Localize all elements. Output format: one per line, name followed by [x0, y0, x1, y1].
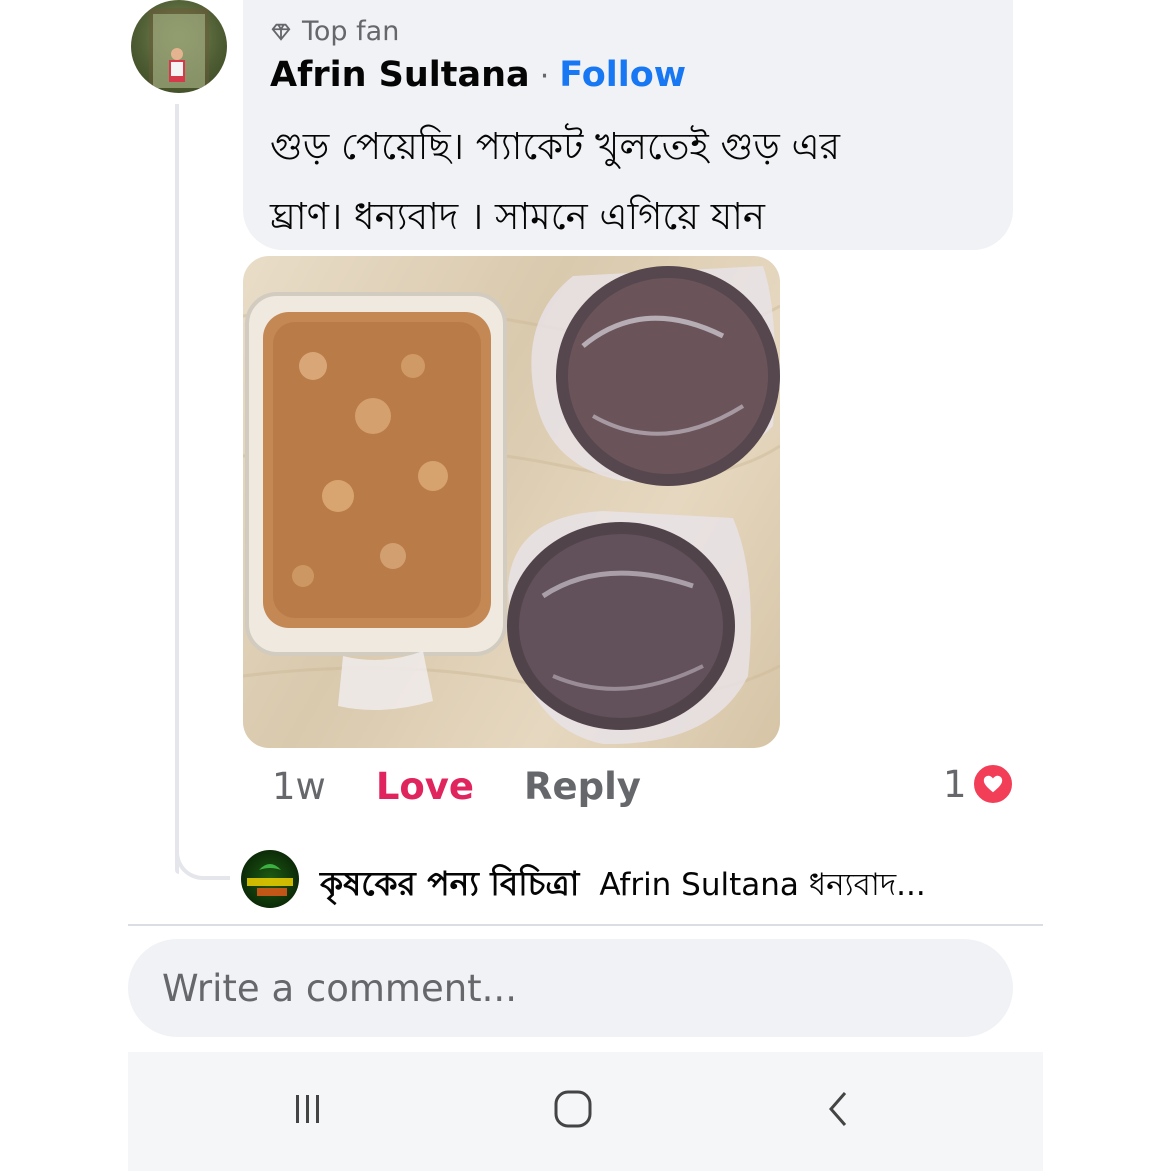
reaction-summary[interactable]: 1 [943, 762, 1015, 806]
separator-dot: · [539, 59, 550, 94]
comment-composer[interactable] [128, 939, 1013, 1037]
back-button[interactable] [804, 1074, 874, 1144]
reply-button[interactable]: Reply [524, 765, 641, 808]
commenter-avatar[interactable] [131, 0, 227, 93]
comment-time[interactable]: 1w [272, 765, 326, 808]
thread-line [175, 104, 179, 874]
comment-actions: 1w Love Reply [272, 765, 641, 808]
comment-text-line: গুড় পেয়েছি। প্যাকেট খুলতেই গুড় এর [270, 125, 841, 168]
heart-badge [970, 762, 1015, 806]
comment-input[interactable] [160, 965, 1013, 1011]
reply-text: Afrin Sultana ধন্যবাদ... [599, 867, 926, 903]
comment-photo[interactable] [243, 256, 780, 748]
home-icon [554, 1090, 592, 1128]
love-button[interactable]: Love [376, 765, 474, 808]
back-icon [829, 1092, 847, 1126]
reply-avatar[interactable] [241, 850, 299, 908]
divider [128, 924, 1043, 926]
comment-text-line: ঘ্রাণ। ধন্যবাদ । সামনে এগিয়ে যান [270, 195, 765, 238]
reaction-count: 1 [943, 762, 967, 806]
recents-icon [296, 1095, 319, 1123]
top-fan-badge: Top fan [270, 16, 399, 47]
comment-author[interactable]: Afrin Sultana [270, 55, 530, 95]
reply-preview[interactable]: কৃষকের পন্য বিচিত্রা Afrin Sultana ধন্যব… [320, 858, 926, 914]
home-button[interactable] [538, 1074, 608, 1144]
comment-header: Afrin Sultana · Follow [270, 55, 686, 95]
reply-author[interactable]: কৃষকের পন্য বিচিত্রা [320, 858, 579, 914]
system-navbar [128, 1052, 1043, 1171]
follow-button[interactable]: Follow [559, 55, 686, 95]
diamond-icon [271, 23, 291, 41]
thread-connector [175, 840, 230, 880]
comment-text: গুড় পেয়েছি। প্যাকেট খুলতেই গুড় এর ঘ্র… [270, 112, 970, 252]
recents-button[interactable] [273, 1074, 343, 1144]
heart-icon [983, 775, 1002, 793]
top-fan-label: Top fan [302, 16, 400, 47]
